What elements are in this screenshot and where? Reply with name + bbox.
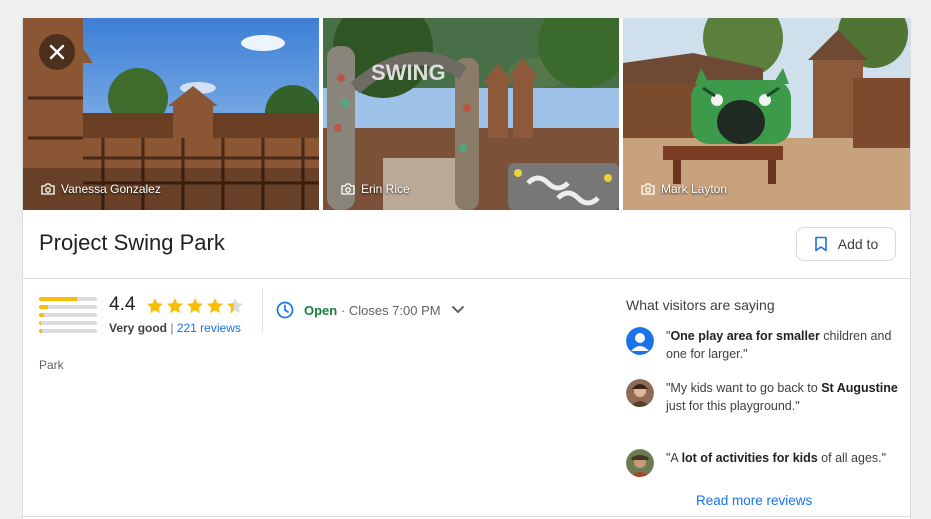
user-photo-icon [626,449,654,477]
place-category: Park [39,358,64,372]
open-status: Open [304,302,338,318]
rating-bar-fill [39,305,48,309]
rating-bar-1 [39,329,97,333]
rating-bar-fill [39,321,42,325]
closing-time: Closes 7:00 PM [348,302,441,318]
review-text: "A lot of activities for kids of all age… [666,451,887,465]
photo-3[interactable]: Mark Layton [623,18,910,210]
photo-1[interactable]: Vanessa Gonzalez [23,18,319,210]
rating-score: 4.4 [109,294,136,315]
avatar [626,449,654,477]
place-title: Project Swing Park [39,230,225,255]
rating-bar-fill [39,329,43,333]
rating-bar-2 [39,321,97,325]
place-card: Vanessa Gonzalez SWING Erin Rice Mark La… [22,18,911,519]
chevron-down-icon [451,306,464,314]
review-snippet[interactable]: "A lot of activities for kids of all age… [626,449,902,477]
camera-icon [341,183,355,195]
user-photo-icon [626,379,654,407]
svg-text:SWING: SWING [371,60,446,85]
review-text: "My kids want to go back to St Augustine… [666,381,898,413]
hours-separator: · [340,302,346,318]
avatar [626,379,654,407]
read-more-reviews-link[interactable]: Read more reviews [696,493,812,508]
star-rating [146,297,244,315]
photo-credit[interactable]: Vanessa Gonzalez [41,182,161,196]
rating-bar-5 [39,297,97,301]
photo-credit[interactable]: Mark Layton [641,182,727,196]
bookmark-icon [814,236,827,252]
review-snippet[interactable]: "My kids want to go back to St Augustine… [626,379,902,415]
close-button[interactable] [39,34,75,70]
rating-bar-3 [39,313,97,317]
photo-credit-name: Mark Layton [661,182,728,196]
rating-bar-fill [39,297,77,301]
photo-credit-name: Vanessa Gonzalez [61,182,161,196]
visitor-reviews: What visitors are saying "One play area … [626,297,906,508]
photo-credit-name: Erin Rice [361,182,410,196]
separator: | [170,321,174,335]
photo-credit[interactable]: Erin Rice [341,182,410,196]
reviews-link[interactable]: 221 reviews [177,321,241,335]
camera-icon [641,183,655,195]
rating-bar-fill [39,313,44,317]
rating-bar-4 [39,305,97,309]
title-row: Project Swing Park Add to [23,210,910,279]
add-to-button[interactable]: Add to [796,227,896,261]
clock-icon [276,301,294,319]
divider [262,288,263,332]
hours-toggle[interactable]: Open · Closes 7:00 PM [276,301,465,319]
rating-verdict: Very good | 221 reviews [109,321,241,335]
rating-histogram [39,297,97,337]
review-text: "One play area for smaller children and … [666,329,892,361]
divider [23,516,910,517]
user-avatar-icon [626,327,654,355]
avatar [626,327,654,355]
photo-gallery: Vanessa Gonzalez SWING Erin Rice Mark La… [23,18,910,210]
visitors-title: What visitors are saying [626,297,775,313]
verdict-text: Very good [109,321,168,335]
review-snippet[interactable]: "One play area for smaller children and … [626,327,902,363]
close-icon [49,44,65,60]
photo-2[interactable]: SWING Erin Rice [323,18,619,210]
add-to-label: Add to [837,236,879,252]
stars-icon [147,298,243,314]
camera-icon [41,183,55,195]
